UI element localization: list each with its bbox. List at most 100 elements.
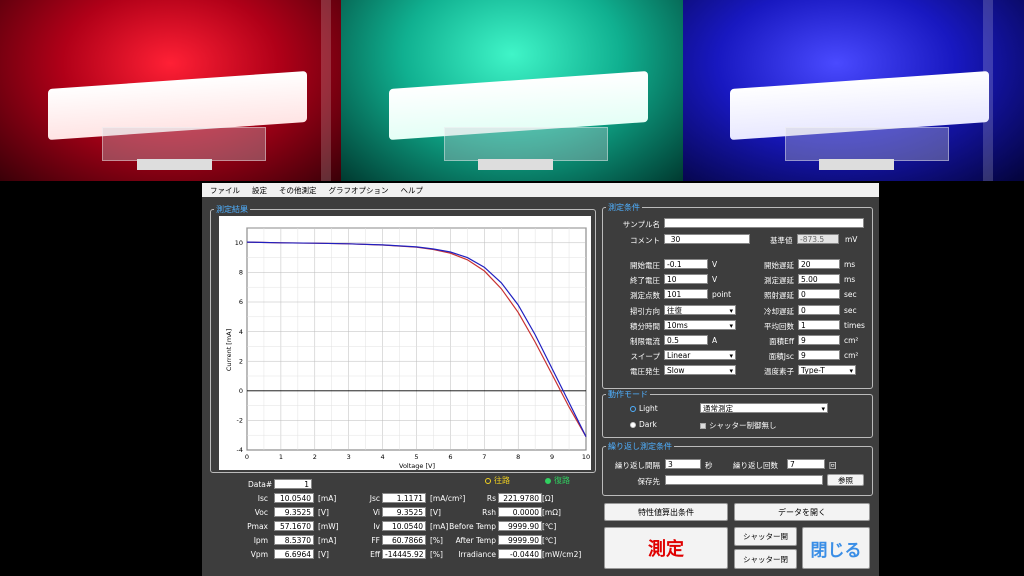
- shutter-close-button[interactable]: シャッター閉: [734, 549, 797, 569]
- param-label: 面積Eff: [769, 337, 794, 346]
- result-unit: [mW/cm2]: [542, 550, 582, 559]
- mode-select[interactable]: 通常測定: [700, 403, 828, 413]
- repeat-group: 繰り返し測定条件: [602, 441, 873, 496]
- chart-grid: [246, 227, 587, 451]
- photo-blue-light: [682, 0, 1024, 181]
- comment-input[interactable]: _30: [664, 234, 750, 244]
- result-unit: [V]: [430, 508, 441, 517]
- mode-dark-radio[interactable]: Dark: [630, 420, 657, 429]
- result-unit: [mΩ]: [542, 508, 561, 517]
- result-value: 9.3525: [274, 507, 314, 517]
- param-input[interactable]: 10: [664, 274, 708, 285]
- param-input[interactable]: 0.5: [664, 335, 708, 345]
- mode-dark-label: Dark: [639, 420, 657, 429]
- mode-light-label: Light: [639, 404, 658, 413]
- param-input[interactable]: 5.00: [798, 274, 840, 285]
- characteristic-conditions-button[interactable]: 特性値算出条件: [604, 503, 728, 521]
- legend-forward[interactable]: 往路: [485, 475, 510, 486]
- param-select[interactable]: 10ms: [664, 319, 736, 330]
- param-input[interactable]: 9: [798, 335, 840, 345]
- param-unit: times: [844, 320, 865, 330]
- x-tick-label: 8: [516, 453, 520, 461]
- comment-label: コメント: [630, 236, 660, 245]
- param-label: 掃引方向: [630, 306, 660, 316]
- param-label: 照射遅延: [764, 291, 794, 301]
- param-input[interactable]: 0: [798, 289, 840, 300]
- result-value: -0.0440: [498, 549, 542, 559]
- menu-file[interactable]: ファイル: [210, 185, 240, 196]
- x-tick-label: 7: [482, 453, 486, 461]
- repeat-count-input[interactable]: 7: [787, 459, 825, 469]
- x-tick-label: 6: [448, 453, 452, 461]
- result-value: 10.0540: [274, 493, 314, 503]
- x-axis-label: Voltage [V]: [399, 462, 435, 470]
- measure-button[interactable]: 測定: [604, 527, 728, 569]
- x-tick-label: 10: [582, 453, 590, 461]
- result-label: Vi: [372, 508, 380, 517]
- shutter-open-button[interactable]: シャッター開: [734, 527, 797, 546]
- results-group: 測定結果 0 1 2 3 4 5 6 7 8 9 10 10 8 6 4 2 0 -2 -4 Voltage [V]…: [210, 204, 596, 473]
- shutter-control-checkbox[interactable]: シャッター制御無し: [700, 420, 777, 431]
- y-tick-label: 0: [239, 387, 243, 395]
- result-label: FF: [371, 536, 380, 545]
- param-input[interactable]: 20: [798, 259, 840, 269]
- browse-button[interactable]: 参照: [827, 474, 864, 486]
- result-label: Ipm: [253, 536, 268, 545]
- param-label: 開始遅延: [764, 261, 794, 270]
- conditions-title: 測定条件: [606, 202, 642, 213]
- y-tick-label: 6: [239, 298, 243, 306]
- menu-settings[interactable]: 設定: [252, 185, 267, 196]
- mode-light-radio[interactable]: Light: [630, 404, 658, 413]
- repeat-title: 繰り返し測定条件: [606, 441, 674, 452]
- result-unit: [℃]: [542, 522, 557, 531]
- result-unit: [℃]: [542, 536, 557, 545]
- x-tick-label: 3: [347, 453, 351, 461]
- menu-help[interactable]: ヘルプ: [401, 185, 424, 196]
- param-input[interactable]: -0.1: [664, 259, 708, 269]
- legend-backward[interactable]: 復路: [545, 475, 570, 486]
- param-select[interactable]: 往復: [664, 304, 736, 315]
- result-label: Rsh: [482, 508, 496, 517]
- mode-group: 動作モード: [602, 389, 873, 438]
- save-path-input[interactable]: [665, 475, 823, 485]
- param-input[interactable]: 9: [798, 350, 840, 361]
- open-data-button[interactable]: データを開く: [734, 503, 870, 521]
- photo-red-light: [0, 0, 342, 181]
- menu-other-measurement[interactable]: その他測定: [279, 185, 317, 196]
- x-tick-label: 9: [550, 453, 554, 461]
- repeat-interval-input[interactable]: 3: [665, 459, 701, 469]
- param-select[interactable]: Linear: [664, 350, 736, 361]
- result-value: 9.3525: [382, 507, 426, 517]
- y-tick-label: 4: [239, 328, 243, 336]
- result-label: Rs: [486, 494, 496, 503]
- result-value: 60.7866: [382, 535, 426, 545]
- result-label: Pmax: [247, 522, 268, 531]
- param-select[interactable]: Slow: [664, 365, 736, 376]
- param-select[interactable]: Type-T: [798, 365, 856, 376]
- result-value: 9999.90: [498, 535, 542, 545]
- y-tick-label: 2: [239, 357, 243, 365]
- y-tick-label: -2: [237, 417, 243, 425]
- result-label: Eff: [370, 550, 380, 559]
- menu-graph-options[interactable]: グラフオプション: [329, 185, 389, 196]
- result-value: 57.1670: [274, 521, 314, 531]
- reference-unit: mV: [845, 235, 858, 244]
- x-tick-label: 2: [313, 453, 317, 461]
- data-number-field[interactable]: 1: [274, 479, 312, 489]
- param-input[interactable]: 1: [798, 319, 840, 330]
- legend-backward-label: 復路: [554, 476, 570, 485]
- result-value: 221.9780: [498, 493, 542, 503]
- repeat-count-unit: 回: [829, 461, 837, 470]
- result-label: After Temp: [455, 536, 496, 545]
- param-input[interactable]: 0: [798, 304, 840, 315]
- param-unit: ms: [844, 275, 856, 285]
- close-button[interactable]: 閉じる: [802, 527, 870, 569]
- result-label: Vpm: [250, 550, 268, 559]
- y-axis-label: Current [mA]: [225, 329, 233, 371]
- sample-name-input[interactable]: [664, 218, 864, 228]
- x-tick-label: 5: [414, 453, 418, 461]
- result-label: Irradiance: [458, 550, 496, 559]
- result-label: Iv: [373, 522, 380, 531]
- param-input[interactable]: 101: [664, 289, 708, 300]
- param-unit: A: [712, 336, 718, 345]
